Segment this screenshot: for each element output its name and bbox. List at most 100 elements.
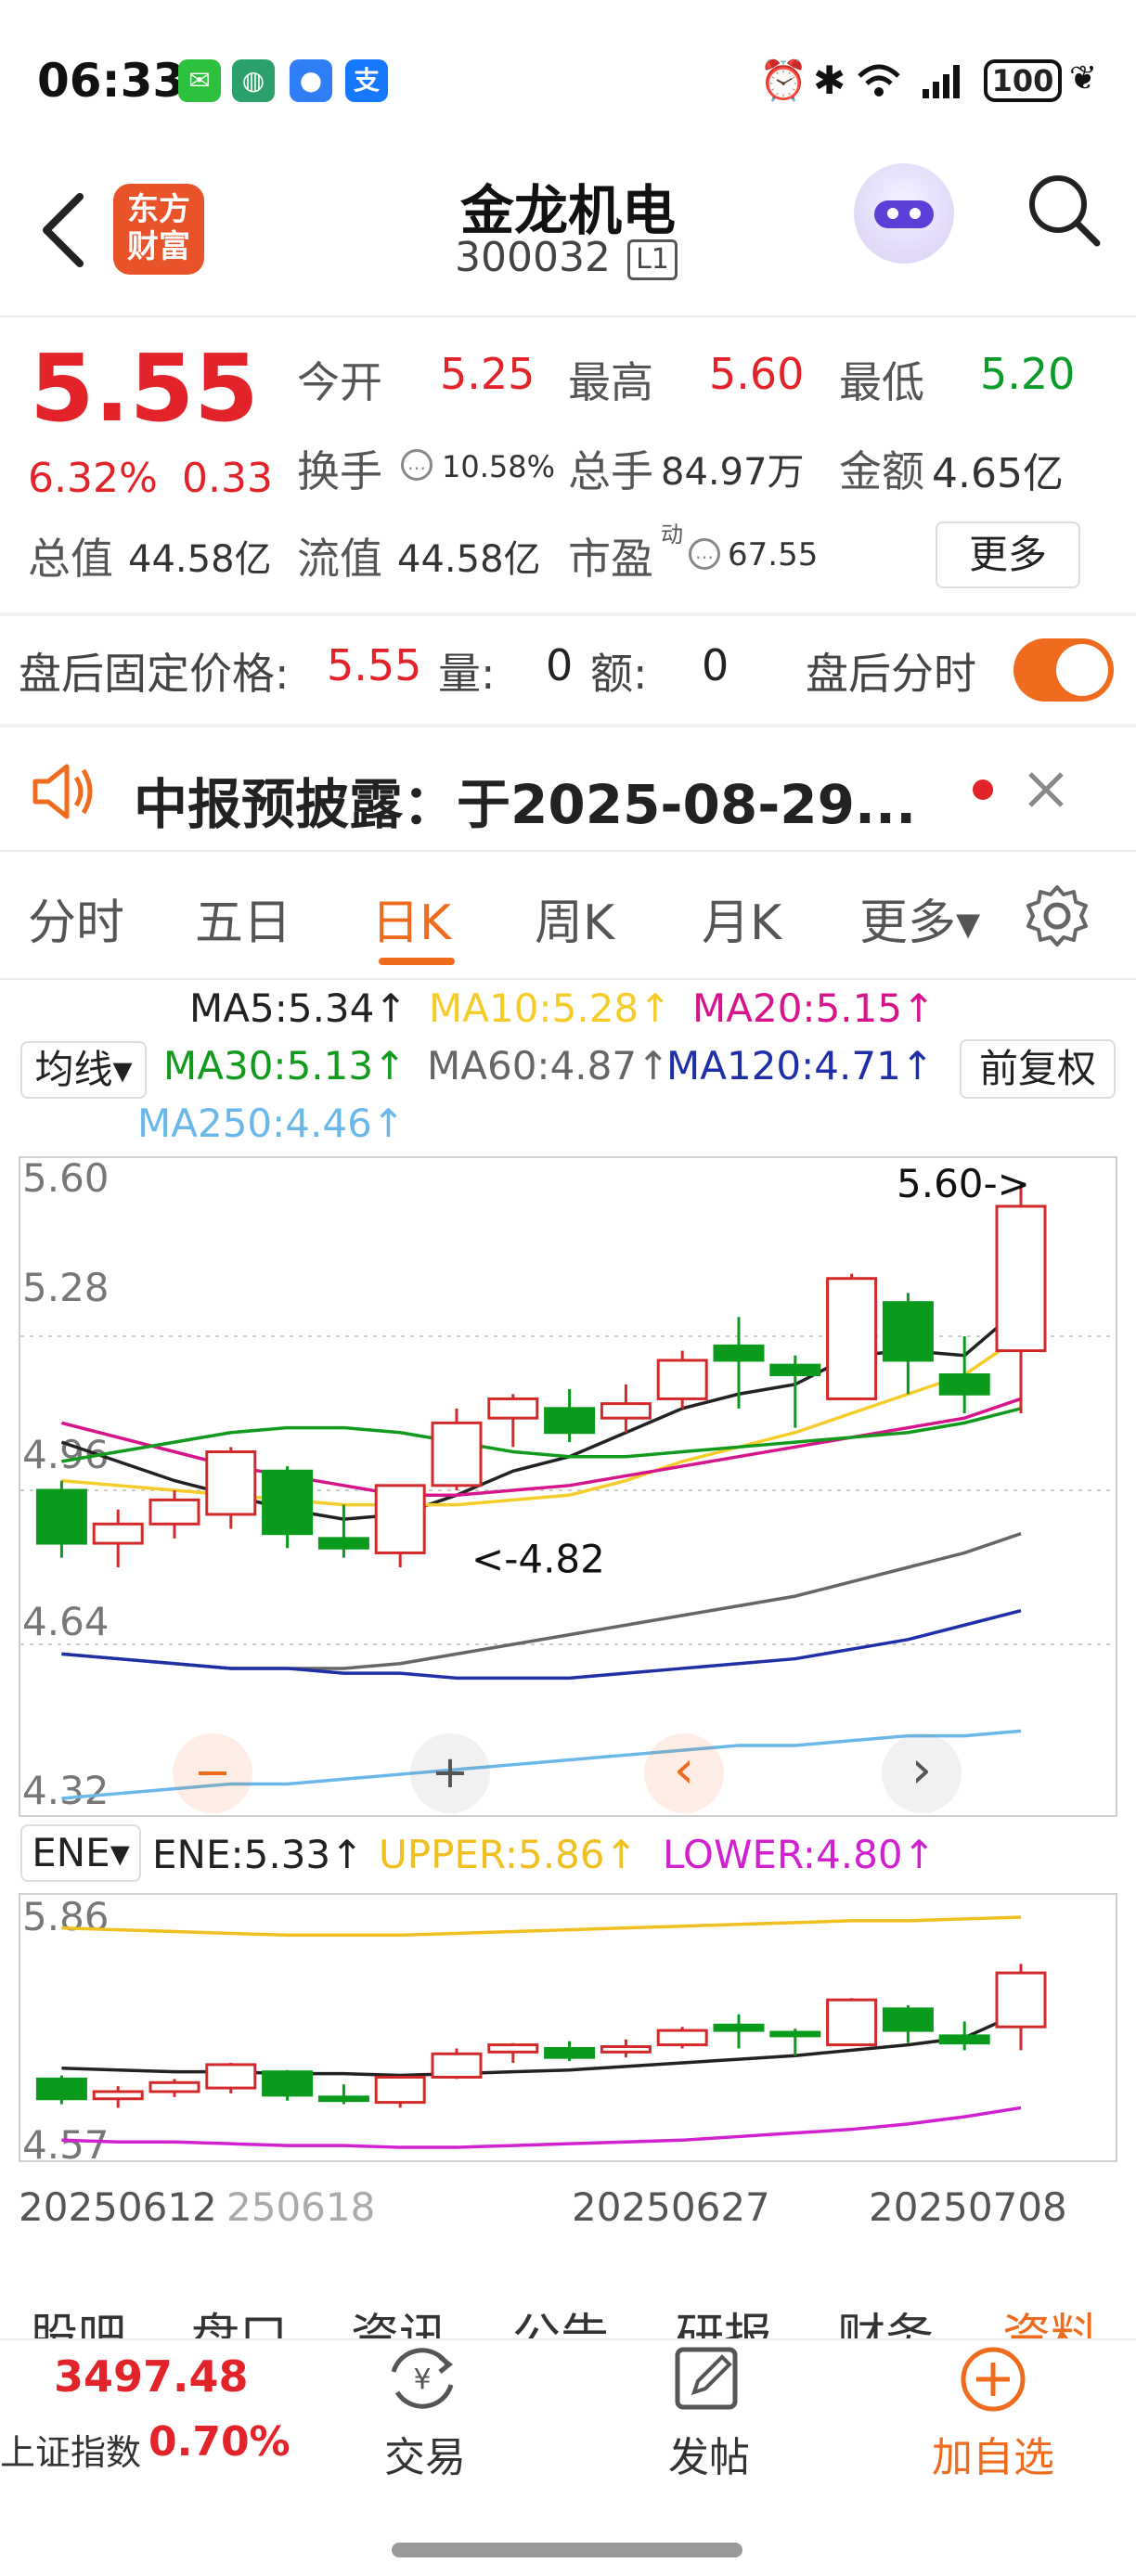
- candle-body: [148, 1498, 200, 1526]
- post-label[interactable]: 发帖: [653, 2424, 765, 2483]
- notice-text[interactable]: 中报预披露：于2025-08-29...: [134, 761, 916, 839]
- edit-post-icon[interactable]: [672, 2344, 742, 2413]
- index-change: 0.70%: [148, 2418, 290, 2466]
- after-hours-toggle[interactable]: [1013, 638, 1114, 702]
- ene-selector[interactable]: ENE▾: [20, 1824, 141, 1882]
- candle-body: [600, 2045, 652, 2054]
- tab-five-day[interactable]: 五日: [195, 883, 291, 953]
- index-name[interactable]: 上证指数: [0, 2424, 141, 2475]
- kline-chart[interactable]: 5.605.284.964.644.325.60-><-4.82: [19, 1156, 1117, 1817]
- candle-body: [713, 2023, 765, 2032]
- level-badge: L1: [627, 239, 678, 280]
- mktcap-value: 44.58亿: [128, 538, 272, 581]
- after-hours-vol-label: 量:: [438, 649, 496, 699]
- ene-label: ENE:5.33↑: [152, 1832, 364, 1877]
- tab-daily-k[interactable]: 日K: [371, 883, 451, 953]
- ene-chart[interactable]: 5.864.57: [19, 1893, 1117, 2162]
- candle-body: [262, 2070, 314, 2097]
- add-watchlist-label[interactable]: 加自选: [919, 2424, 1067, 2483]
- float-value: 44.58亿: [397, 538, 541, 581]
- add-watchlist-icon[interactable]: [958, 2344, 1028, 2415]
- bottom-info-tabs: 股吧 盘口 资讯 公告 研报 财务 资料: [0, 2270, 1136, 2338]
- candle-body: [656, 1359, 708, 1400]
- after-hours-price: 5.55: [327, 640, 422, 690]
- tab-pankou[interactable]: 盘口: [191, 2298, 288, 2338]
- tab-timeshare[interactable]: 分时: [28, 883, 124, 953]
- turnover-value: 10.58%: [442, 449, 556, 484]
- high-annotation: 5.60->: [897, 1161, 1030, 1206]
- scroll-right-button[interactable]: ›: [882, 1733, 962, 1813]
- gear-icon[interactable]: [1025, 883, 1090, 948]
- candle-body: [938, 1373, 990, 1396]
- alipay-icon: 支: [345, 59, 388, 102]
- high-label: 最高: [568, 357, 653, 407]
- signal-icon: [923, 65, 960, 98]
- ma30-label: MA30:5.13↑: [163, 1043, 407, 1088]
- bluetooth-icon: ✱: [813, 58, 846, 103]
- candle-body: [713, 1344, 765, 1362]
- y-tick-label: 4.32: [22, 1768, 110, 1813]
- candle-body: [317, 1537, 369, 1550]
- candle-body: [826, 1998, 878, 2047]
- candle-body: [656, 2029, 708, 2047]
- tab-weekly-k[interactable]: 周K: [535, 883, 614, 953]
- tab-research[interactable]: 研报: [676, 2298, 772, 2338]
- change-percent: 6.32%: [28, 455, 158, 502]
- more-button[interactable]: 更多: [936, 522, 1080, 588]
- candle-body: [262, 1469, 314, 1536]
- y-tick-label: 5.60: [22, 1156, 110, 1201]
- tab-profile[interactable]: 资料: [1002, 2298, 1099, 2338]
- date-label: 20250612: [19, 2184, 217, 2230]
- low-label: 最低: [839, 357, 924, 407]
- candle-body: [600, 1402, 652, 1420]
- candle-body: [317, 2095, 369, 2103]
- tab-news[interactable]: 资讯: [351, 2298, 447, 2338]
- indicator-selector[interactable]: 均线▾: [20, 1041, 147, 1099]
- speaker-icon: [32, 764, 93, 819]
- candle-body: [205, 1450, 257, 1516]
- tab-more[interactable]: 更多▾: [859, 883, 980, 953]
- tab-guba[interactable]: 股吧: [30, 2298, 126, 2338]
- amount-value: 4.65亿: [932, 450, 1064, 497]
- y-tick-label: 5.86: [22, 1894, 110, 1939]
- tab-monthly-k[interactable]: 月K: [702, 883, 781, 953]
- volume-label: 总手: [568, 446, 653, 496]
- lower-label: LOWER:4.80↑: [663, 1832, 936, 1877]
- pe-label: 市盈: [568, 534, 653, 584]
- trade-label[interactable]: 交易: [369, 2424, 481, 2483]
- zoom-out-button[interactable]: −: [173, 1733, 252, 1813]
- chat-bubble-icon: ●: [290, 59, 332, 102]
- info-icon[interactable]: …: [689, 538, 720, 570]
- date-label: 20250708: [869, 2184, 1067, 2230]
- low-annotation: <-4.82: [471, 1537, 605, 1582]
- wifi-icon: [858, 64, 900, 97]
- candle-body: [374, 2075, 426, 2105]
- unread-dot: [973, 779, 993, 800]
- low-value: 5.20: [980, 349, 1076, 399]
- zoom-in-button[interactable]: +: [410, 1733, 490, 1813]
- index-value[interactable]: 3497.48: [54, 2351, 249, 2402]
- info-icon[interactable]: …: [401, 449, 432, 481]
- candle-body: [938, 2034, 990, 2045]
- candle-body: [995, 1204, 1047, 1353]
- robot-assistant-icon[interactable]: [854, 163, 954, 264]
- search-icon[interactable]: [1025, 171, 1103, 249]
- candle-body: [35, 2077, 87, 2101]
- fuquan-button[interactable]: 前复权: [960, 1039, 1116, 1099]
- candle-body: [35, 1488, 87, 1545]
- mktcap-label: 总值: [28, 534, 113, 584]
- stock-code: 300032: [455, 234, 611, 281]
- candle-body: [374, 1484, 426, 1554]
- y-tick-label: 4.64: [22, 1599, 110, 1644]
- wechat-icon: ✉: [178, 59, 221, 102]
- home-indicator[interactable]: [392, 2543, 742, 2557]
- scroll-left-button[interactable]: ‹: [644, 1733, 724, 1813]
- candle-body: [882, 2007, 934, 2032]
- candle-body: [92, 1522, 144, 1545]
- close-icon[interactable]: [1025, 768, 1067, 811]
- tab-announcement[interactable]: 公告: [512, 2298, 609, 2338]
- candle-body: [487, 2043, 539, 2054]
- trade-icon[interactable]: ¥: [382, 2344, 462, 2413]
- tab-finance[interactable]: 财务: [837, 2298, 934, 2338]
- candle-body: [769, 2030, 821, 2038]
